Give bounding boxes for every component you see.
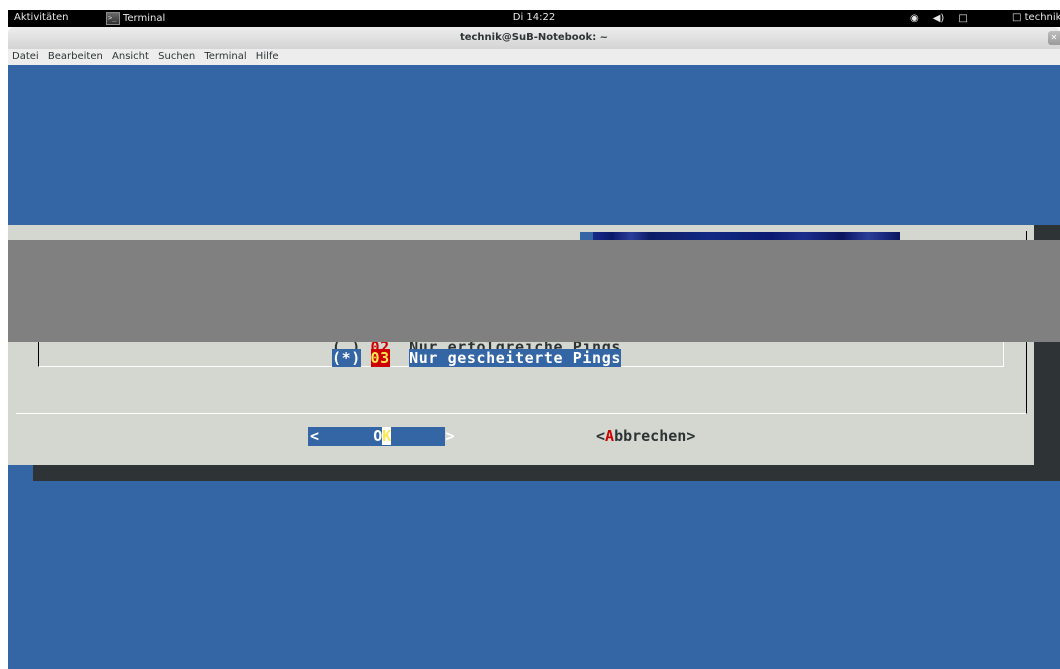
redaction-overlay bbox=[8, 240, 1060, 342]
network-icon[interactable]: □ bbox=[958, 13, 967, 24]
close-icon[interactable]: ✕ bbox=[1048, 31, 1060, 45]
user-icon: □ bbox=[1012, 12, 1022, 23]
menu-terminal[interactable]: Terminal bbox=[204, 49, 246, 65]
window-titlebar[interactable]: technik@SuB-Notebook: ~ ✕ bbox=[8, 27, 1060, 49]
window-title: technik@SuB-Notebook: ~ bbox=[459, 32, 609, 43]
menu-bearbeiten[interactable]: Bearbeiten bbox=[48, 49, 103, 65]
radiolist-item-selected[interactable]: (*) 03 Nur gescheiterte Pings bbox=[332, 349, 621, 367]
item-label: Nur gescheiterte Pings bbox=[409, 349, 621, 367]
clock[interactable]: Di 14:22 bbox=[8, 12, 1060, 23]
user-name: technik bbox=[1024, 12, 1060, 23]
dialog-shadow bbox=[33, 465, 1060, 481]
menu-datei[interactable]: Datei bbox=[12, 49, 39, 65]
radio-marker: (*) bbox=[332, 349, 361, 367]
render-artifact bbox=[580, 232, 900, 240]
button-separator bbox=[16, 413, 1026, 414]
user-menu[interactable]: □ technik bbox=[1012, 12, 1060, 23]
top-bar: Aktivitäten >_ Terminal Di 14:22 ◉ ◀) □ … bbox=[8, 10, 1060, 27]
cancel-button[interactable]: <Abbrechen> bbox=[596, 427, 695, 446]
volume-icon[interactable]: ◀) bbox=[933, 13, 945, 24]
item-tag: 03 bbox=[370, 349, 390, 367]
menu-bar: Datei Bearbeiten Ansicht Suchen Terminal… bbox=[8, 49, 1060, 65]
menu-ansicht[interactable]: Ansicht bbox=[112, 49, 149, 65]
terminal-area[interactable]: ( ) 02 Nur erfolgreiche Pings (*) 03 Nur… bbox=[8, 65, 1060, 669]
menu-suchen[interactable]: Suchen bbox=[158, 49, 195, 65]
menu-hilfe[interactable]: Hilfe bbox=[256, 49, 279, 65]
ok-button[interactable]: < OK > bbox=[308, 427, 455, 446]
accessibility-icon[interactable]: ◉ bbox=[910, 13, 919, 24]
system-tray[interactable]: ◉ ◀) □ bbox=[910, 11, 982, 26]
